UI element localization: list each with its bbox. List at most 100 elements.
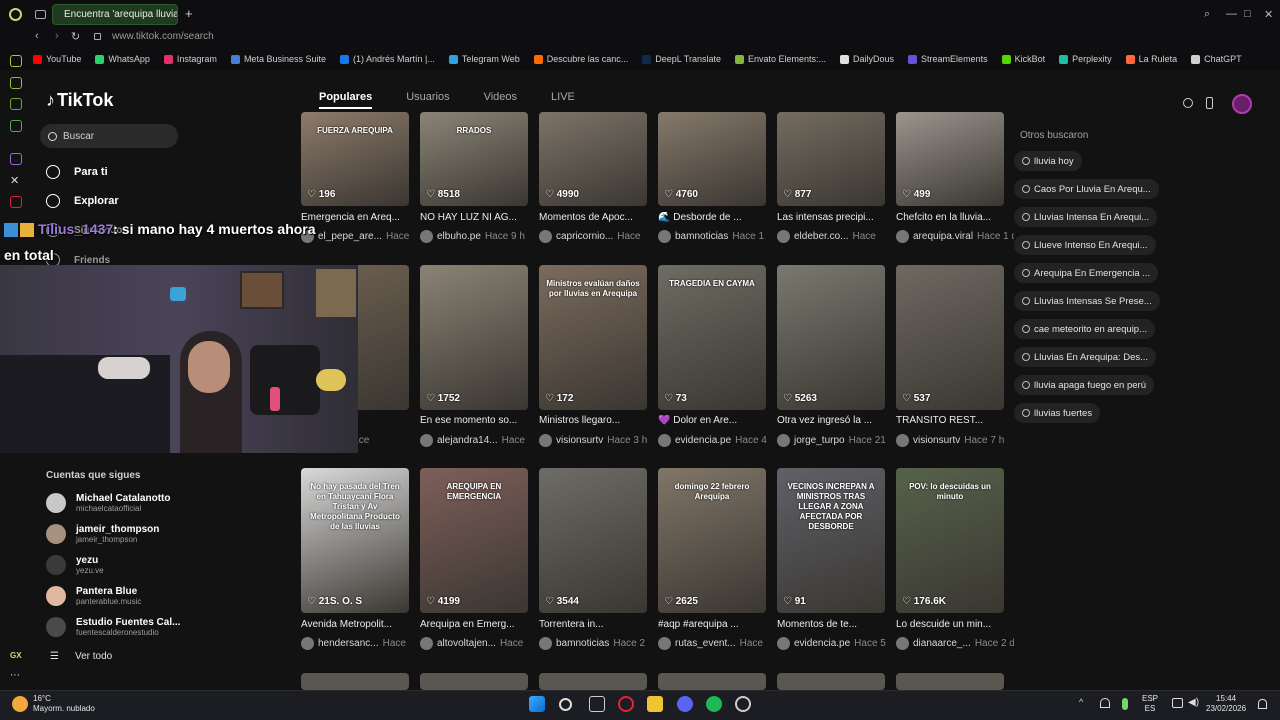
file-explorer-icon[interactable] bbox=[647, 696, 663, 712]
bookmark-item[interactable]: Descubre las canc... bbox=[533, 54, 628, 64]
video-thumbnail[interactable] bbox=[420, 673, 528, 690]
tab-videos[interactable]: Videos bbox=[484, 91, 517, 109]
video-thumbnail[interactable]: ♡ 1752 bbox=[420, 265, 528, 410]
video-author[interactable]: alejandra14... Hace bbox=[420, 434, 538, 447]
sidebar-icon-2[interactable] bbox=[10, 77, 22, 89]
video-thumbnail[interactable]: ♡ 4990 bbox=[539, 112, 647, 206]
tab-live[interactable]: LIVE bbox=[551, 91, 575, 109]
video-caption[interactable]: Lo descuide un min... bbox=[896, 619, 1008, 630]
video-thumbnail[interactable] bbox=[539, 673, 647, 690]
video-caption[interactable]: Torrentera in... bbox=[539, 619, 651, 630]
related-search-chip[interactable]: Llueve Intenso En Arequi... bbox=[1014, 235, 1156, 255]
video-author[interactable]: elbuho.pe Hace 9 h bbox=[420, 230, 538, 243]
language-indicator[interactable]: ESP ES bbox=[1142, 694, 1158, 714]
following-item[interactable]: yezu yezu.ve bbox=[46, 555, 104, 575]
mic-tray-icon[interactable] bbox=[1122, 698, 1128, 710]
video-thumbnail[interactable]: domingo 22 febrero Arequipa ♡ 2625 bbox=[658, 468, 766, 613]
related-search-chip[interactable]: Arequipa En Emergencia ... bbox=[1014, 263, 1159, 283]
sidebar-icon-3[interactable] bbox=[10, 98, 22, 110]
video-thumbnail[interactable] bbox=[658, 673, 766, 690]
video-thumbnail[interactable]: AREQUIPA EN EMERGENCIA ♡ 4199 bbox=[420, 468, 528, 613]
bookmark-item[interactable]: YouTube bbox=[33, 54, 81, 64]
more-icon[interactable]: ⋯ bbox=[10, 670, 20, 681]
video-thumbnail[interactable] bbox=[777, 673, 885, 690]
start-button[interactable] bbox=[529, 696, 545, 712]
bookmark-item[interactable]: (1) Andrés Martín |... bbox=[339, 54, 435, 64]
video-caption[interactable]: Las intensas precipi... bbox=[777, 212, 889, 223]
bookmark-item[interactable]: Instagram bbox=[163, 54, 217, 64]
discord-icon[interactable] bbox=[677, 696, 693, 712]
video-caption[interactable]: NO HAY LUZ NI AG... bbox=[420, 212, 532, 223]
video-thumbnail[interactable]: ♡ 537 bbox=[896, 265, 1004, 410]
nav-para-ti[interactable]: Para ti bbox=[46, 165, 108, 179]
wifi-icon[interactable] bbox=[1172, 698, 1183, 708]
video-thumbnail[interactable]: POV: lo descuidas un minuto ♡ 176.6K bbox=[896, 468, 1004, 613]
video-thumbnail[interactable]: FUERZA AREQUIPA ♡ 196 bbox=[301, 112, 409, 206]
video-caption[interactable]: 🌊 Desborde de ... bbox=[658, 212, 770, 223]
bookmark-item[interactable]: KickBot bbox=[1001, 54, 1045, 64]
video-caption[interactable]: Arequipa en Emerg... bbox=[420, 619, 532, 630]
video-thumbnail[interactable]: ♡ 877 bbox=[777, 112, 885, 206]
video-thumbnail[interactable]: VECINOS INCREPAN A MINISTROS TRAS LLEGAR… bbox=[777, 468, 885, 613]
video-thumbnail[interactable]: ♡ 499 bbox=[896, 112, 1004, 206]
settings-icon[interactable] bbox=[735, 696, 751, 712]
notification-bell-icon[interactable] bbox=[1258, 699, 1267, 709]
video-thumbnail[interactable]: RRADOS ♡ 8518 bbox=[420, 112, 528, 206]
video-caption[interactable]: 💜 Dolor en Are... bbox=[658, 415, 770, 426]
video-author[interactable]: rutas_event... Hace bbox=[658, 637, 776, 650]
bookmark-item[interactable]: Envato Elements:... bbox=[734, 54, 826, 64]
bookmark-item[interactable]: Perplexity bbox=[1059, 54, 1112, 64]
video-author[interactable]: hendersanc... Hace bbox=[301, 637, 419, 650]
bookmark-item[interactable]: WhatsApp bbox=[95, 54, 150, 64]
video-author[interactable]: evidencia.pe Hace 5 bbox=[777, 637, 895, 650]
sidebar-icon-1[interactable] bbox=[10, 55, 22, 67]
tray-chevron-icon[interactable]: ^ bbox=[1079, 697, 1083, 707]
video-thumbnail[interactable]: TRAGEDIA EN CAYMA ♡ 73 bbox=[658, 265, 766, 410]
clock[interactable]: 15:44 23/02/2026 bbox=[1206, 694, 1246, 714]
video-author[interactable]: bamnoticias Hace 1 bbox=[658, 230, 776, 243]
weather-widget[interactable]: 16°C Mayorm. nublado bbox=[33, 694, 95, 714]
following-item[interactable]: Michael Catalanotto michaelcataofficial bbox=[46, 493, 170, 513]
url-field[interactable]: www.tiktok.com/search bbox=[112, 31, 214, 42]
video-caption[interactable]: Otra vez ingresó la ... bbox=[777, 415, 889, 426]
related-search-chip[interactable]: lluvia apaga fuego en perú bbox=[1014, 375, 1154, 395]
back-button[interactable]: ‹ bbox=[35, 30, 39, 42]
related-search-chip[interactable]: Caos Por Lluvia En Arequ... bbox=[1014, 179, 1159, 199]
forward-button[interactable]: › bbox=[55, 30, 59, 42]
workspaces-icon[interactable] bbox=[35, 10, 46, 19]
video-author[interactable]: visionsurtv Hace 7 h bbox=[896, 434, 1014, 447]
following-item[interactable]: Estudio Fuentes Cal... fuentescalderonest… bbox=[46, 617, 180, 637]
twitch-icon[interactable] bbox=[10, 153, 22, 165]
minimize-button[interactable]: — bbox=[1226, 8, 1237, 20]
video-author[interactable]: jorge_turpo Hace 21 bbox=[777, 434, 895, 447]
video-thumbnail[interactable] bbox=[896, 673, 1004, 690]
bookmark-item[interactable]: StreamElements bbox=[908, 54, 988, 64]
related-search-chip[interactable]: Lluvias Intensa En Arequi... bbox=[1014, 207, 1158, 227]
tab-populares[interactable]: Populares bbox=[319, 91, 373, 109]
video-author[interactable]: evidencia.pe Hace 4 bbox=[658, 434, 776, 447]
related-search-chip[interactable]: cae meteorito en arequip... bbox=[1014, 319, 1156, 339]
video-author[interactable]: bamnoticias Hace 2 bbox=[539, 637, 657, 650]
video-thumbnail[interactable]: ♡ 3544 bbox=[539, 468, 647, 613]
compass-extension-icon[interactable] bbox=[1183, 98, 1193, 108]
video-caption[interactable]: #aqp #arequipa ... bbox=[658, 619, 770, 630]
related-search-chip[interactable]: lluvias fuertes bbox=[1014, 403, 1101, 423]
following-item[interactable]: jameir_thompson jameir_thompson bbox=[46, 524, 159, 544]
video-thumbnail[interactable] bbox=[301, 673, 409, 690]
video-caption[interactable]: Momentos de te... bbox=[777, 619, 889, 630]
network-icon[interactable] bbox=[1100, 698, 1110, 708]
video-caption[interactable]: Momentos de Apoc... bbox=[539, 212, 651, 223]
video-thumbnail[interactable]: ♡ 5263 bbox=[777, 265, 885, 410]
nav-explorar[interactable]: Explorar bbox=[46, 194, 119, 208]
bookmark-item[interactable]: DeepL Translate bbox=[642, 54, 721, 64]
x-icon[interactable]: ✕ bbox=[10, 174, 19, 187]
task-view-icon[interactable] bbox=[589, 696, 605, 712]
search-input[interactable]: Buscar bbox=[40, 124, 178, 148]
browser-tab-active[interactable]: Encuentra 'arequipa lluvias' bbox=[52, 4, 178, 25]
video-thumbnail[interactable]: Ministros evalúan daños por lluvias en A… bbox=[539, 265, 647, 410]
gx-icon[interactable]: GX bbox=[10, 651, 22, 660]
video-author[interactable]: visionsurtv Hace 3 h bbox=[539, 434, 657, 447]
bookmark-item[interactable]: La Ruleta bbox=[1125, 54, 1177, 64]
maximize-button[interactable]: □ bbox=[1244, 8, 1251, 20]
new-tab-button[interactable]: + bbox=[185, 6, 193, 21]
